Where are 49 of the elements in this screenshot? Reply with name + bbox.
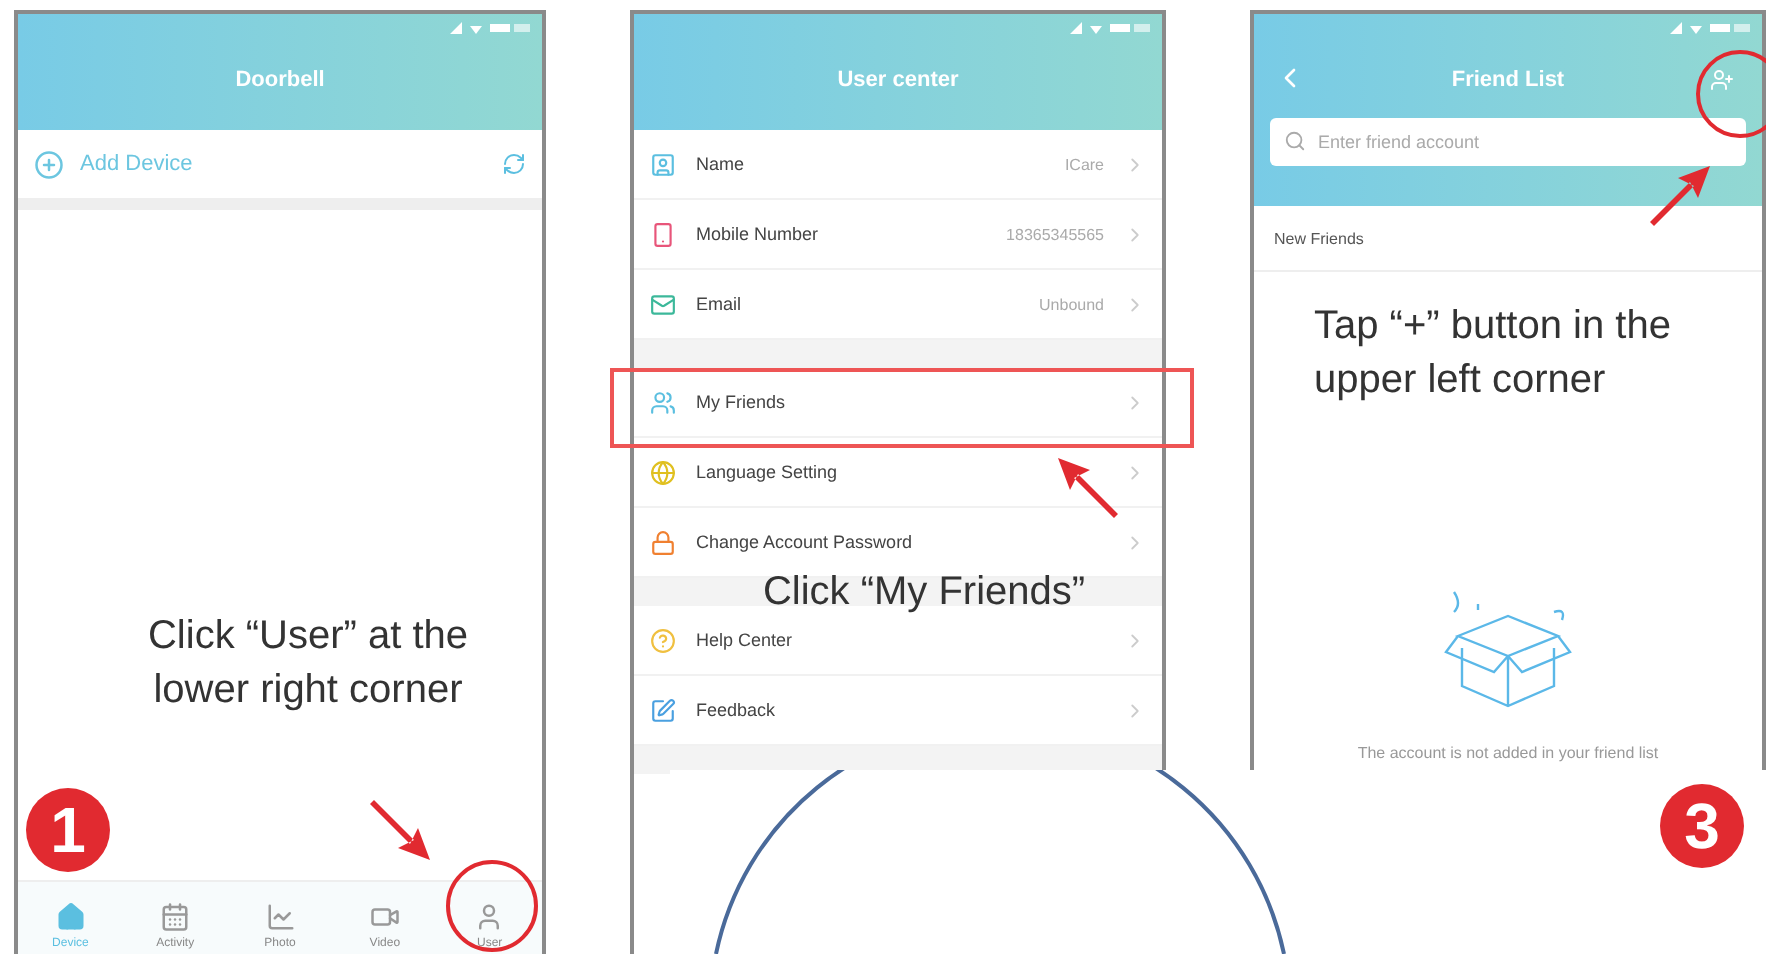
people-icon — [650, 389, 676, 415]
row-label: Help Center — [696, 630, 795, 650]
help-icon — [650, 627, 676, 653]
search-field[interactable]: Enter friend account — [1270, 118, 1746, 166]
menu-row[interactable]: Mobile Number 18365345565 — [634, 200, 1162, 270]
menu-row[interactable]: My Friends — [634, 368, 1162, 438]
add-icon[interactable] — [34, 149, 64, 179]
highlight-circle — [446, 860, 538, 952]
screen-title: Doorbell — [235, 68, 325, 92]
row-label: Change Account Password — [696, 532, 915, 552]
row-label: My Friends — [696, 392, 788, 412]
chart-icon — [265, 902, 296, 932]
video-camera-icon — [369, 902, 400, 932]
phone-icon — [650, 221, 676, 247]
home-icon — [55, 902, 86, 932]
row-value: Unbound — [1039, 295, 1104, 313]
instruction-text: Tap “+” button in the upper left corner — [1314, 302, 1673, 406]
pencil-icon — [650, 697, 676, 723]
person-card-icon — [650, 151, 676, 177]
mail-icon — [650, 291, 676, 317]
user-icon — [474, 902, 505, 932]
section-label: New Friends — [1274, 229, 1364, 247]
calendar-icon — [160, 902, 191, 932]
refresh-icon[interactable] — [502, 152, 526, 176]
row-label: Name — [696, 154, 747, 174]
status-bar-icon — [1070, 22, 1150, 34]
row-value: ICare — [1064, 155, 1104, 173]
lock-icon — [650, 529, 676, 555]
empty-message: The account is not added in your friend list — [1357, 744, 1659, 762]
row-label: Language Setting — [696, 462, 840, 482]
status-bar-icon — [450, 22, 530, 34]
globe-icon — [650, 459, 676, 485]
screen-title: User center — [837, 68, 959, 92]
add-friend-icon[interactable] — [1710, 68, 1734, 92]
highlight-circle — [1696, 50, 1766, 138]
row-label: Mobile Number — [696, 224, 821, 244]
step-number: 1 — [26, 788, 110, 872]
step-number: 3 — [1660, 784, 1744, 868]
menu-row[interactable]: Name ICare — [634, 130, 1162, 200]
screen-title: Friend List — [1451, 68, 1565, 92]
row-value: 18365345565 — [1006, 225, 1104, 243]
instruction-text: Click “User” at the lower right corner — [145, 612, 471, 716]
menu-row[interactable]: Change Account Password — [634, 508, 1162, 578]
menu-row[interactable]: Feedback — [634, 676, 1162, 746]
menu-row[interactable]: Email Unbound — [634, 270, 1162, 340]
status-bar-icon — [1670, 22, 1750, 34]
row-label: Feedback — [696, 700, 778, 720]
search-icon — [1284, 130, 1306, 152]
row-label: Email — [696, 294, 744, 314]
